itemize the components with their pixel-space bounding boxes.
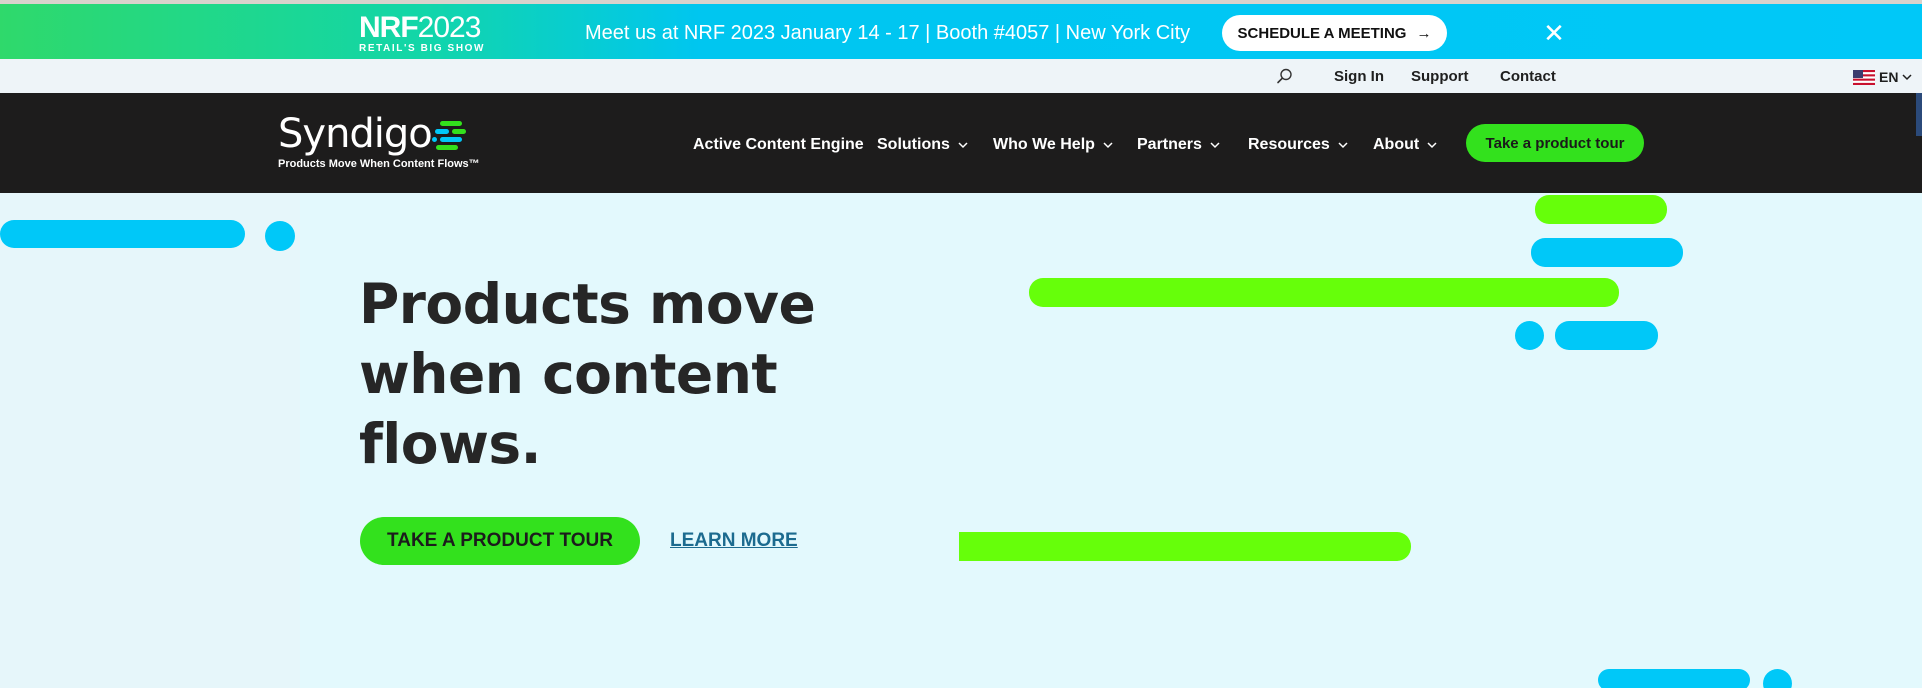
nrf-logo-bold: NRF [359, 11, 419, 44]
decor-bar [1555, 321, 1658, 350]
nav-who-we-help[interactable]: Who We Help [993, 136, 1113, 154]
hero-left-panel [0, 193, 300, 688]
decor-bar [1531, 238, 1683, 267]
decor-bar [1029, 278, 1619, 307]
contact-link[interactable]: Contact [1500, 68, 1556, 85]
nav-item-label: Partners [1137, 136, 1202, 153]
nav-solutions[interactable]: Solutions [877, 136, 968, 154]
us-flag-icon [1853, 69, 1875, 85]
nav-partners[interactable]: Partners [1137, 136, 1220, 154]
chevron-down-icon [958, 141, 968, 148]
nrf-logo-text: NRF2023 [359, 11, 485, 44]
page-bottom-edge [0, 688, 1922, 696]
chevron-down-icon [1427, 141, 1437, 148]
support-link[interactable]: Support [1411, 68, 1469, 85]
logo-tagline: Products Move When Content Flows™ [278, 158, 480, 170]
syndigo-mark-icon [432, 121, 466, 150]
language-selector[interactable]: EN [1853, 69, 1912, 85]
nrf-logo[interactable]: NRF2023 RETAIL'S BIG SHOW [359, 11, 486, 55]
learn-more-link[interactable]: LEARN MORE [670, 530, 798, 552]
schedule-meeting-button[interactable]: SCHEDULE A MEETING → [1222, 15, 1447, 51]
chevron-down-icon [1338, 141, 1348, 148]
nav-item-label: About [1373, 136, 1420, 153]
take-product-tour-button[interactable]: TAKE A PRODUCT TOUR [360, 517, 640, 565]
nav-about[interactable]: About [1373, 136, 1437, 154]
promo-message: Meet us at NRF 2023 January 14 - 17 | Bo… [585, 22, 1191, 44]
hero-section: Products move when content flows. TAKE A… [0, 193, 1922, 696]
arrow-right-icon: → [1416, 24, 1432, 42]
hero-headline: Products move when content flows. [359, 272, 816, 476]
nav-active-content-engine[interactable]: Active Content Engine [693, 136, 864, 154]
syndigo-logo[interactable]: Syndigo Products Move When Content Flows… [278, 114, 480, 170]
decor-bar [1535, 195, 1667, 224]
decor-dot [265, 221, 295, 251]
take-product-tour-nav-button[interactable]: Take a product tour [1466, 124, 1644, 162]
nav-resources[interactable]: Resources [1248, 136, 1348, 154]
window-edge [1916, 93, 1922, 136]
close-icon[interactable]: ✕ [1540, 19, 1568, 47]
chevron-down-icon [1902, 73, 1912, 80]
search-icon[interactable] [1276, 67, 1294, 85]
promo-banner: NRF2023 RETAIL'S BIG SHOW Meet us at NRF… [0, 0, 1922, 59]
decor-bar [0, 220, 245, 248]
chevron-down-icon [1210, 141, 1220, 148]
nav-item-label: Resources [1248, 136, 1330, 153]
nrf-logo-sub: RETAIL'S BIG SHOW [359, 43, 486, 54]
main-navigation: Syndigo Products Move When Content Flows… [0, 93, 1922, 193]
nav-item-label: Who We Help [993, 136, 1095, 153]
language-label: EN [1879, 69, 1899, 85]
nrf-logo-year: 2023 [417, 11, 482, 44]
sign-in-link[interactable]: Sign In [1334, 68, 1384, 85]
nav-item-label: Active Content Engine [693, 136, 864, 153]
utility-bar: Sign In Support Contact EN [0, 59, 1922, 93]
decor-bar [959, 532, 1411, 561]
nav-item-label: Solutions [877, 136, 950, 153]
chevron-down-icon [1103, 141, 1113, 148]
schedule-meeting-label: SCHEDULE A MEETING [1237, 24, 1407, 42]
decor-dot [1515, 321, 1544, 350]
